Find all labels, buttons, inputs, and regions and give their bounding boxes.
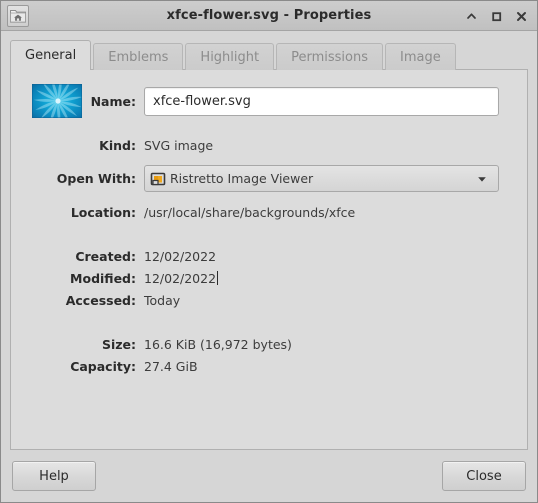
modified-value: 12/02/2022 — [144, 270, 217, 286]
created-row: Created: 12/02/2022 — [25, 245, 513, 267]
chevron-down-icon[interactable] — [474, 171, 490, 187]
home-folder-icon[interactable] — [7, 5, 29, 27]
tab-emblems[interactable]: Emblems — [93, 43, 184, 70]
open-with-value: Ristretto Image Viewer — [170, 171, 314, 186]
dialog-action-area: Help Close — [1, 450, 537, 502]
created-value: 12/02/2022 — [144, 248, 217, 264]
window-title: xfce-flower.svg - Properties — [166, 8, 372, 23]
properties-notebook: General Emblems Highlight Permissions Im… — [10, 40, 528, 450]
tab-highlight[interactable]: Highlight — [185, 43, 275, 70]
general-form: Name: xfce-flower.svg Kind: SVG image Op… — [11, 70, 527, 377]
tab-bar: General Emblems Highlight Permissions Im… — [10, 40, 528, 70]
general-tab-page: Name: xfce-flower.svg Kind: SVG image Op… — [10, 69, 528, 450]
name-input[interactable]: xfce-flower.svg — [144, 86, 499, 116]
name-row: Name: xfce-flower.svg — [25, 84, 513, 118]
tab-image-label: Image — [400, 50, 441, 65]
size-value: 16.6 KiB (16,972 bytes) — [144, 336, 292, 352]
name-input-value: xfce-flower.svg — [153, 93, 251, 109]
kind-row: Kind: SVG image — [25, 134, 513, 156]
help-button[interactable]: Help — [12, 461, 96, 491]
tab-highlight-label: Highlight — [200, 50, 260, 65]
file-thumbnail — [32, 84, 82, 118]
text-cursor — [217, 270, 219, 285]
accessed-label: Accessed: — [65, 292, 136, 308]
created-label: Created: — [75, 248, 136, 264]
maximize-window-button[interactable] — [489, 9, 504, 24]
tab-permissions-label: Permissions — [291, 50, 369, 65]
location-label: Location: — [70, 204, 136, 220]
modified-row: Modified: 12/02/2022 — [25, 267, 513, 289]
tab-general[interactable]: General — [10, 40, 92, 70]
modified-label: Modified: — [70, 270, 136, 286]
window-controls — [464, 1, 529, 31]
location-row: Location: /usr/local/share/backgrounds/x… — [25, 201, 513, 223]
titlebar[interactable]: xfce-flower.svg - Properties — [1, 1, 537, 31]
size-label: Size: — [101, 336, 136, 352]
kind-label: Kind: — [99, 137, 136, 153]
tab-emblems-label: Emblems — [108, 50, 169, 65]
close-window-button[interactable] — [514, 9, 529, 24]
accessed-value: Today — [144, 292, 181, 308]
tab-general-label: General — [25, 48, 77, 63]
properties-window: xfce-flower.svg - Properties General Emb… — [0, 0, 538, 503]
tab-permissions[interactable]: Permissions — [276, 43, 384, 70]
image-viewer-icon — [150, 171, 166, 187]
shade-window-button[interactable] — [464, 9, 479, 24]
modified-value-wrapper[interactable]: 12/02/2022 — [144, 270, 219, 286]
accessed-row: Accessed: Today — [25, 289, 513, 311]
capacity-label: Capacity: — [70, 358, 136, 374]
open-with-combobox[interactable]: Ristretto Image Viewer — [144, 165, 499, 192]
capacity-value: 27.4 GiB — [144, 358, 198, 374]
tab-image[interactable]: Image — [385, 43, 456, 70]
location-value: /usr/local/share/backgrounds/xfce — [144, 204, 356, 220]
close-button[interactable]: Close — [442, 461, 526, 491]
name-label: Name: — [90, 93, 136, 109]
capacity-row: Capacity: 27.4 GiB — [25, 355, 513, 377]
open-with-label: Open With: — [56, 171, 136, 186]
open-with-row: Open With: Ristretto Image Viewer — [25, 165, 513, 192]
kind-value: SVG image — [144, 137, 214, 153]
size-row: Size: 16.6 KiB (16,972 bytes) — [25, 333, 513, 355]
